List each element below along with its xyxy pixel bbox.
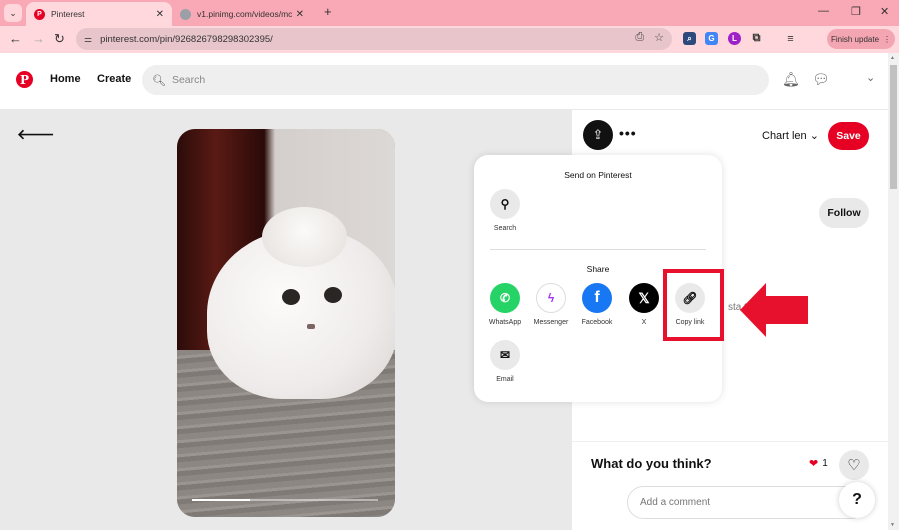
more-options-button[interactable]: ••• <box>619 125 637 141</box>
browser-toolbar: ← → ↻ ⚌ pinterest.com/pin/92682679829830… <box>0 26 899 53</box>
option-label: Messenger <box>533 319 569 326</box>
board-name: Chart len <box>762 130 807 142</box>
video-progress-bar[interactable] <box>192 499 378 501</box>
browser-tab-strip: ⌄ P Pinterest ✕ v1.pinimg.com/videos/mc/… <box>0 0 899 26</box>
scroll-up-icon[interactable]: ▲ <box>890 55 895 61</box>
tab-pinterest[interactable]: P Pinterest ✕ <box>26 2 172 26</box>
reaction-count[interactable]: ❤ 1 <box>809 457 828 470</box>
extension-search-icon[interactable]: ⌕ <box>683 32 696 45</box>
option-label: X <box>641 319 647 326</box>
reaction-count-value: 1 <box>822 458 828 469</box>
heart-reaction-icon: ❤ <box>809 458 819 470</box>
comments-title: What do you think? <box>591 456 712 471</box>
scroll-down-icon[interactable]: ▼ <box>890 522 895 528</box>
send-search-option[interactable]: ⚲ Search <box>480 189 530 232</box>
share-x[interactable]: 𝕏 X <box>619 283 669 326</box>
option-label: Facebook <box>581 319 613 326</box>
follow-button[interactable]: Follow <box>819 198 869 228</box>
extensions-puzzle-icon[interactable]: ⧉ <box>750 32 763 45</box>
chevron-down-icon: ⌄ <box>9 7 17 18</box>
option-label: Search <box>493 225 517 232</box>
share-messenger[interactable]: ϟ Messenger <box>526 283 576 326</box>
share-button[interactable]: ⇪ <box>583 120 613 150</box>
media-controls-icon[interactable]: ≡ <box>784 32 797 45</box>
popup-title: Send on Pinterest <box>564 170 632 180</box>
nav-create[interactable]: Create <box>97 73 131 85</box>
messages-icon[interactable]: 💬︎ <box>812 71 830 88</box>
comment-box[interactable] <box>627 486 867 519</box>
whatsapp-icon: ✆ <box>490 283 520 313</box>
cat-eye <box>282 289 300 305</box>
pinterest-header: P Home Create 🔍︎ 🔔︎ 💬︎ ⌄ <box>0 53 888 109</box>
back-icon[interactable]: ← <box>9 31 22 46</box>
share-email[interactable]: ✉ Email <box>480 340 530 383</box>
pinterest-favicon-icon: P <box>34 8 45 20</box>
kitten-image <box>262 207 347 267</box>
tab-title: Pinterest <box>51 9 85 19</box>
bookmark-star-icon[interactable]: ☆ <box>654 31 664 44</box>
divider <box>572 441 888 442</box>
globe-icon <box>180 8 191 20</box>
cat-nose <box>307 324 315 329</box>
nav-home[interactable]: Home <box>50 73 81 85</box>
new-tab-icon[interactable]: + <box>324 4 332 19</box>
more-vert-icon: ⋮ <box>883 34 892 44</box>
tab-title: v1.pinimg.com/videos/mc/720p <box>197 9 292 19</box>
close-window-icon[interactable]: ✕ <box>880 5 889 18</box>
close-tab-icon[interactable]: ✕ <box>296 9 304 20</box>
tab-video[interactable]: v1.pinimg.com/videos/mc/720p ✕ <box>172 2 312 26</box>
finish-update-label: Finish update <box>830 34 880 44</box>
translate-extension-icon[interactable]: G <box>705 32 718 45</box>
restore-icon[interactable]: ❐ <box>851 5 861 18</box>
search-input[interactable] <box>171 74 732 86</box>
finish-update-button[interactable]: Finish update ⋮ <box>827 29 895 49</box>
search-bar[interactable]: 🔍︎ <box>142 65 769 95</box>
tab-search-button[interactable]: ⌄ <box>4 4 22 22</box>
pinterest-logo-icon[interactable]: P <box>16 71 33 88</box>
account-chevron-down-icon[interactable]: ⌄ <box>866 71 875 84</box>
board-selector[interactable]: Chart len ⌄ <box>762 129 819 142</box>
scrollbar-thumb[interactable] <box>890 65 897 189</box>
extension-icon[interactable]: L <box>728 32 741 45</box>
react-button[interactable]: ♡ <box>839 450 869 480</box>
copy-link-highlight-box <box>663 269 724 341</box>
popup-divider <box>490 249 706 250</box>
share-facebook[interactable]: f Facebook <box>572 283 622 326</box>
messenger-icon: ϟ <box>536 283 566 313</box>
x-icon: 𝕏 <box>629 283 659 313</box>
address-bar[interactable]: ⚌ pinterest.com/pin/926826798298302395/ … <box>76 28 672 50</box>
back-arrow-icon[interactable]: 🡐 <box>17 126 55 143</box>
comment-input[interactable] <box>640 497 840 508</box>
heart-outline-icon: ♡ <box>847 457 861 474</box>
forward-icon[interactable]: → <box>32 31 45 46</box>
notifications-bell-icon[interactable]: 🔔︎ <box>782 71 800 88</box>
pin-video[interactable] <box>177 129 395 517</box>
cat-eye <box>324 287 342 303</box>
close-tab-icon[interactable]: ✕ <box>156 9 164 20</box>
reload-icon[interactable]: ↻ <box>54 31 65 47</box>
url-text[interactable]: pinterest.com/pin/926826798298302395/ <box>100 34 273 45</box>
search-icon: ⚲ <box>490 189 520 219</box>
share-whatsapp[interactable]: ✆ WhatsApp <box>480 283 530 326</box>
share-upload-icon: ⇪ <box>592 127 604 142</box>
page-scrollbar[interactable]: ▲ ▼ <box>888 53 899 530</box>
option-label: WhatsApp <box>488 319 522 326</box>
option-label: Email <box>496 376 514 383</box>
video-progress-fill <box>192 499 250 501</box>
chevron-down-icon: ⌄ <box>809 130 819 142</box>
facebook-icon: f <box>582 283 612 313</box>
search-icon: 🔍︎ <box>152 74 166 87</box>
save-button[interactable]: Save <box>828 122 869 150</box>
help-button[interactable]: ? <box>839 482 875 518</box>
email-icon: ✉ <box>490 340 520 370</box>
site-settings-icon[interactable]: ⚌ <box>84 34 92 45</box>
annotation-arrow-icon <box>740 283 808 337</box>
minimize-icon[interactable]: — <box>818 5 829 17</box>
install-app-icon[interactable]: ⎙ <box>635 31 644 44</box>
